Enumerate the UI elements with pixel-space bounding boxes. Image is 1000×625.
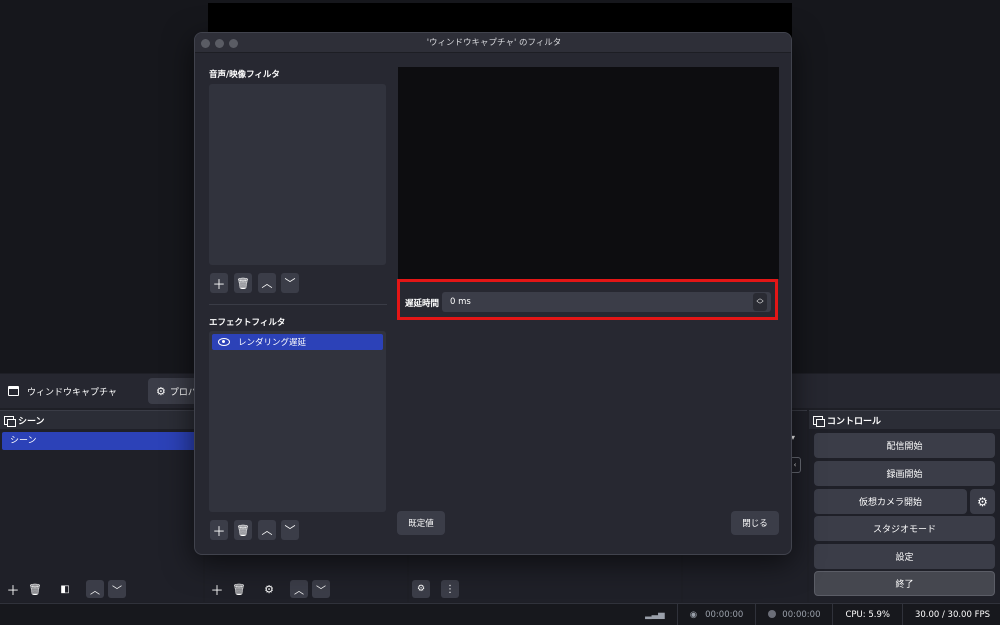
dialog-title: 'ウィンドウキャプチャ' のフィルタ	[426, 38, 562, 48]
dialog-titlebar: 'ウィンドウキャプチャ' のフィルタ	[195, 33, 791, 53]
move-scene-up-button[interactable]: ︿	[86, 580, 104, 598]
signal-bars-icon: ▂▃▅	[645, 609, 665, 620]
move-effect-filter-up-button[interactable]: ︿	[258, 520, 276, 540]
fps-readout: 30.00 / 30.00 FPS	[914, 609, 990, 620]
close-button[interactable]: 閉じる	[731, 511, 779, 535]
cpu-usage: CPU: 5.9%	[845, 609, 890, 620]
source-properties-gear-icon[interactable]: ⚙	[260, 580, 278, 598]
stream-status: ◉ 00:00:00	[689, 609, 744, 620]
audio-video-filters-label: 音声/映像フィルタ	[209, 70, 280, 80]
properties-label: プロパ	[169, 387, 197, 398]
gear-icon: ⚙	[156, 384, 166, 398]
audio-video-filter-list[interactable]	[209, 84, 386, 265]
virtual-camera-settings-gear-icon[interactable]: ⚙	[970, 489, 995, 514]
dock-icon	[4, 415, 16, 427]
record-status: 00:00:00	[768, 610, 820, 620]
remove-source-trash-icon[interactable]: 🗑	[230, 580, 248, 598]
settings-button[interactable]: 設定	[814, 544, 995, 569]
move-av-filter-up-button[interactable]: ︿	[258, 273, 276, 293]
effect-filter-item[interactable]: レンダリング遅延	[212, 334, 383, 350]
dock-icon	[813, 415, 825, 427]
remove-effect-filter-trash-icon[interactable]: 🗑	[234, 520, 252, 540]
highlight-box	[397, 279, 778, 320]
effect-filter-list: レンダリング遅延	[209, 331, 386, 512]
effect-filter-name: レンダリング遅延	[238, 338, 307, 348]
mixer-toolbar: ⚙ ⋮	[409, 576, 681, 602]
record-dot-icon	[768, 610, 777, 618]
move-scene-down-button[interactable]: ﹀	[108, 580, 126, 598]
scene-list-item[interactable]: シーン	[2, 432, 196, 450]
move-effect-filter-down-button[interactable]: ﹀	[281, 520, 299, 540]
start-recording-button[interactable]: 録画開始	[814, 461, 995, 486]
scenes-dock: シーン シーン ＋ 🗑 ◧ ︿ ﹀	[0, 410, 203, 602]
controls-dock: コントロール 配信開始 録画開始 仮想カメラ開始 ⚙ スタジオモード 設定 終了	[809, 410, 1000, 602]
add-av-filter-button[interactable]: ＋	[210, 273, 228, 293]
start-streaming-button[interactable]: 配信開始	[814, 433, 995, 458]
mixer-settings-gear-icon[interactable]: ⚙	[412, 580, 430, 598]
controls-dock-title: コントロール	[809, 411, 1000, 429]
add-source-button[interactable]: ＋	[208, 580, 226, 599]
move-source-up-button[interactable]: ︿	[290, 580, 308, 598]
mixer-menu-icon[interactable]: ⋮	[441, 580, 459, 598]
stream-icon: ◉	[689, 609, 698, 620]
filters-dialog: 'ウィンドウキャプチャ' のフィルタ 音声/映像フィルタ ＋ 🗑 ︿ ﹀ エフェ…	[194, 32, 792, 555]
sources-toolbar: ＋ 🗑 ⚙ ︿ ﹀	[205, 576, 407, 602]
move-av-filter-down-button[interactable]: ﹀	[281, 273, 299, 293]
start-virtual-camera-button[interactable]: 仮想カメラ開始	[814, 489, 967, 514]
scenes-toolbar: ＋ 🗑 ◧ ︿ ﹀	[0, 576, 203, 602]
filter-preview	[398, 67, 779, 279]
remove-av-filter-trash-icon[interactable]: 🗑	[234, 273, 252, 293]
add-scene-button[interactable]: ＋	[4, 580, 22, 599]
scenes-dock-title: シーン	[0, 411, 203, 429]
add-effect-filter-button[interactable]: ＋	[210, 520, 228, 540]
scene-filter-icon[interactable]: ◧	[56, 580, 74, 598]
defaults-button[interactable]: 既定値	[397, 511, 445, 535]
move-source-down-button[interactable]: ﹀	[312, 580, 330, 598]
status-bar: ▂▃▅ ◉ 00:00:00 00:00:00 CPU: 5.9% 30.00 /…	[0, 603, 1000, 625]
exit-button[interactable]: 終了	[814, 571, 995, 596]
window-icon	[8, 386, 19, 396]
selected-source-name: ウィンドウキャプチャ	[27, 388, 117, 398]
effect-filters-label: エフェクトフィルタ	[209, 318, 286, 328]
studio-mode-button[interactable]: スタジオモード	[814, 516, 995, 541]
filters-divider	[209, 304, 387, 305]
eye-visibility-icon[interactable]	[218, 338, 230, 346]
remove-scene-trash-icon[interactable]: 🗑	[26, 580, 44, 598]
